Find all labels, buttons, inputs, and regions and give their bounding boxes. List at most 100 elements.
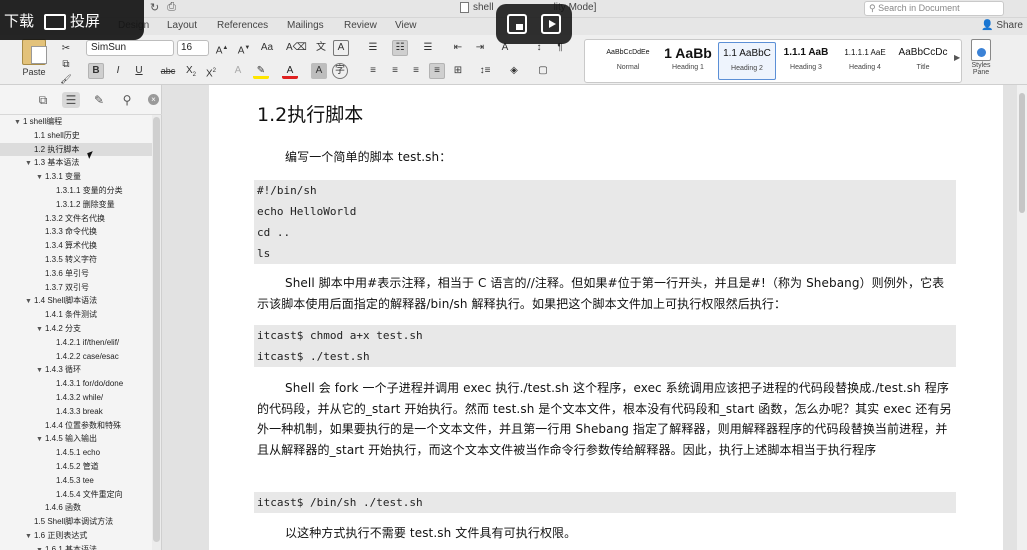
multilevel-list-button[interactable]: ☰ [420,40,436,56]
bullets-button[interactable]: ☰ [365,40,381,56]
nav-item[interactable]: 1.4.2.1 if/then/elif/ [0,336,152,350]
justify-button[interactable]: ≡ [429,63,445,79]
styles-pane-button[interactable]: Styles Pane [966,39,996,76]
document-page[interactable]: 1.2执行脚本 编写一个简单的脚本 test.sh： #!/bin/sh ech… [209,85,1003,550]
nav-item[interactable]: ▼ 1.4.5 输入输出 [0,432,152,446]
highlight-button[interactable]: ✎ [253,63,269,79]
nav-item[interactable]: ▼ 1 shell编程 [0,115,152,129]
nav-item[interactable]: 1.4.3.2 while/ [0,391,152,405]
play-icon[interactable] [541,14,561,34]
nav-item[interactable]: 1.4.5.2 管道 [0,460,152,474]
search-icon[interactable]: ⚲ [118,92,136,108]
line-spacing-button[interactable]: ↕≡ [477,63,493,79]
nav-item[interactable]: ▼ 1.4 Shell脚本语法 [0,294,152,308]
nav-item[interactable]: 1.4.5.3 tee [0,474,152,488]
redo-icon[interactable]: ↻ [150,1,159,14]
nav-scrollbar[interactable] [152,115,161,550]
nav-item[interactable]: 1.3.7 双引号 [0,281,152,295]
nav-item[interactable]: 1.3.4 算术代换 [0,239,152,253]
nav-item[interactable]: 1.5 Shell脚本调试方法 [0,515,152,529]
subscript-button[interactable]: X2 [183,63,199,79]
nav-item[interactable]: 1.4.4 位置参数和特殊 [0,419,152,433]
tab-references[interactable]: References [217,20,268,31]
collapse-triangle-icon[interactable]: ▼ [25,295,34,308]
nav-item[interactable]: 1.4.5.4 文件重定向 [0,488,152,502]
nav-item[interactable]: 1.1 shell历史 [0,129,152,143]
tab-view[interactable]: View [395,20,417,31]
nav-item[interactable]: 1.3.6 单引号 [0,267,152,281]
enclose-characters-button[interactable]: 字 [332,63,348,79]
character-shading-button[interactable]: A [311,63,327,79]
borders-button[interactable]: ▢ [535,63,551,79]
share-button[interactable]: 👤 Share [981,20,1023,31]
close-icon[interactable]: × [148,94,159,105]
style-normal[interactable]: AaBbCcDdEe Normal [599,42,657,80]
text-effects-button[interactable]: A [230,63,246,79]
superscript-button[interactable]: X2 [203,63,219,79]
collapse-triangle-icon[interactable]: ▼ [36,544,45,550]
nav-item[interactable]: ▼ 1.6 正则表达式 [0,529,152,543]
nav-item[interactable]: 1.4.6 函数 [0,501,152,515]
align-left-button[interactable]: ≡ [365,63,381,79]
cast-button[interactable]: 投屏 [44,10,100,31]
nav-item[interactable]: ▼ 1.4.3 循环 [0,363,152,377]
style-title[interactable]: AaBbCcDc Title [894,42,952,80]
tab-review[interactable]: Review [344,20,377,31]
nav-item[interactable]: 1.4.5.1 echo [0,446,152,460]
grow-font-button[interactable]: A▲ [214,40,230,56]
paste-button[interactable]: Paste [18,39,50,77]
nav-item[interactable]: 1.3.2 文件名代换 [0,212,152,226]
nav-item[interactable]: 1.2 执行脚本 [0,142,152,157]
collapse-triangle-icon[interactable]: ▼ [25,157,34,170]
collapse-triangle-icon[interactable]: ▼ [36,323,45,336]
distributed-button[interactable]: ⊞ [450,63,466,79]
font-color-button[interactable]: A [282,63,298,79]
collapse-triangle-icon[interactable]: ▼ [36,171,45,184]
nav-item[interactable]: ▼ 1.3.1 变量 [0,170,152,184]
gallery-expand-icon[interactable]: ▶ [954,53,960,62]
collapse-triangle-icon[interactable]: ▼ [36,433,45,446]
search-in-document-field[interactable]: ⚲ Search in Document [864,1,1004,16]
nav-item[interactable]: ▼1.6.1 基本语法 [0,543,152,550]
phonetic-guide-button[interactable]: 文 [313,40,329,56]
change-case-button[interactable]: Aa [259,40,275,56]
style-heading-1[interactable]: 1 AaBb Heading 1 [659,42,717,80]
nav-item[interactable]: 1.3.1.2 删除变量 [0,198,152,212]
collapse-triangle-icon[interactable]: ▼ [36,364,45,377]
underline-button[interactable]: U [131,63,147,79]
download-button[interactable]: 下载 [4,10,34,31]
thumbnails-icon[interactable]: ⧉ [34,92,52,108]
increase-indent-button[interactable]: ⇥ [472,40,488,56]
decrease-indent-button[interactable]: ⇤ [450,40,466,56]
style-heading-4[interactable]: 1.1.1.1 AaE Heading 4 [836,42,894,80]
italic-button[interactable]: I [110,63,126,79]
document-map-icon[interactable]: ☰ [62,92,80,108]
clear-formatting-button[interactable]: A⌫ [286,40,307,56]
nav-item[interactable]: 1.4.3.3 break [0,405,152,419]
font-size-select[interactable]: 16 [177,40,209,56]
nav-item[interactable]: 1.4.3.1 for/do/done [0,377,152,391]
collapse-triangle-icon[interactable]: ▼ [25,530,34,543]
nav-item[interactable]: ▼ 1.3 基本语法 [0,156,152,170]
review-pane-icon[interactable]: ✎ [90,92,108,108]
numbering-button[interactable]: ☷ [392,40,408,56]
picture-in-picture-icon[interactable] [507,14,527,34]
collapse-triangle-icon[interactable]: ▼ [14,116,23,129]
cut-icon[interactable]: ✂ [58,41,74,57]
nav-scroll-thumb[interactable] [153,117,160,542]
align-right-button[interactable]: ≡ [408,63,424,79]
character-border-button[interactable]: A [333,40,349,56]
shading-button[interactable]: ◈ [506,63,522,79]
document-scrollbar[interactable] [1017,85,1027,550]
style-heading-3[interactable]: 1.1.1 AaB Heading 3 [777,42,835,80]
tab-layout[interactable]: Layout [167,20,197,31]
document-scroll-thumb[interactable] [1019,93,1025,213]
print-icon[interactable]: ⎙ [167,1,176,14]
nav-item[interactable]: 1.3.1.1 变量的分类 [0,184,152,198]
tab-mailings[interactable]: Mailings [287,20,324,31]
bold-button[interactable]: B [88,63,104,79]
nav-item[interactable]: 1.3.3 命令代换 [0,225,152,239]
nav-item[interactable]: 1.4.2.2 case/esac [0,350,152,364]
align-center-button[interactable]: ≡ [387,63,403,79]
strikethrough-button[interactable]: abc [160,63,176,79]
